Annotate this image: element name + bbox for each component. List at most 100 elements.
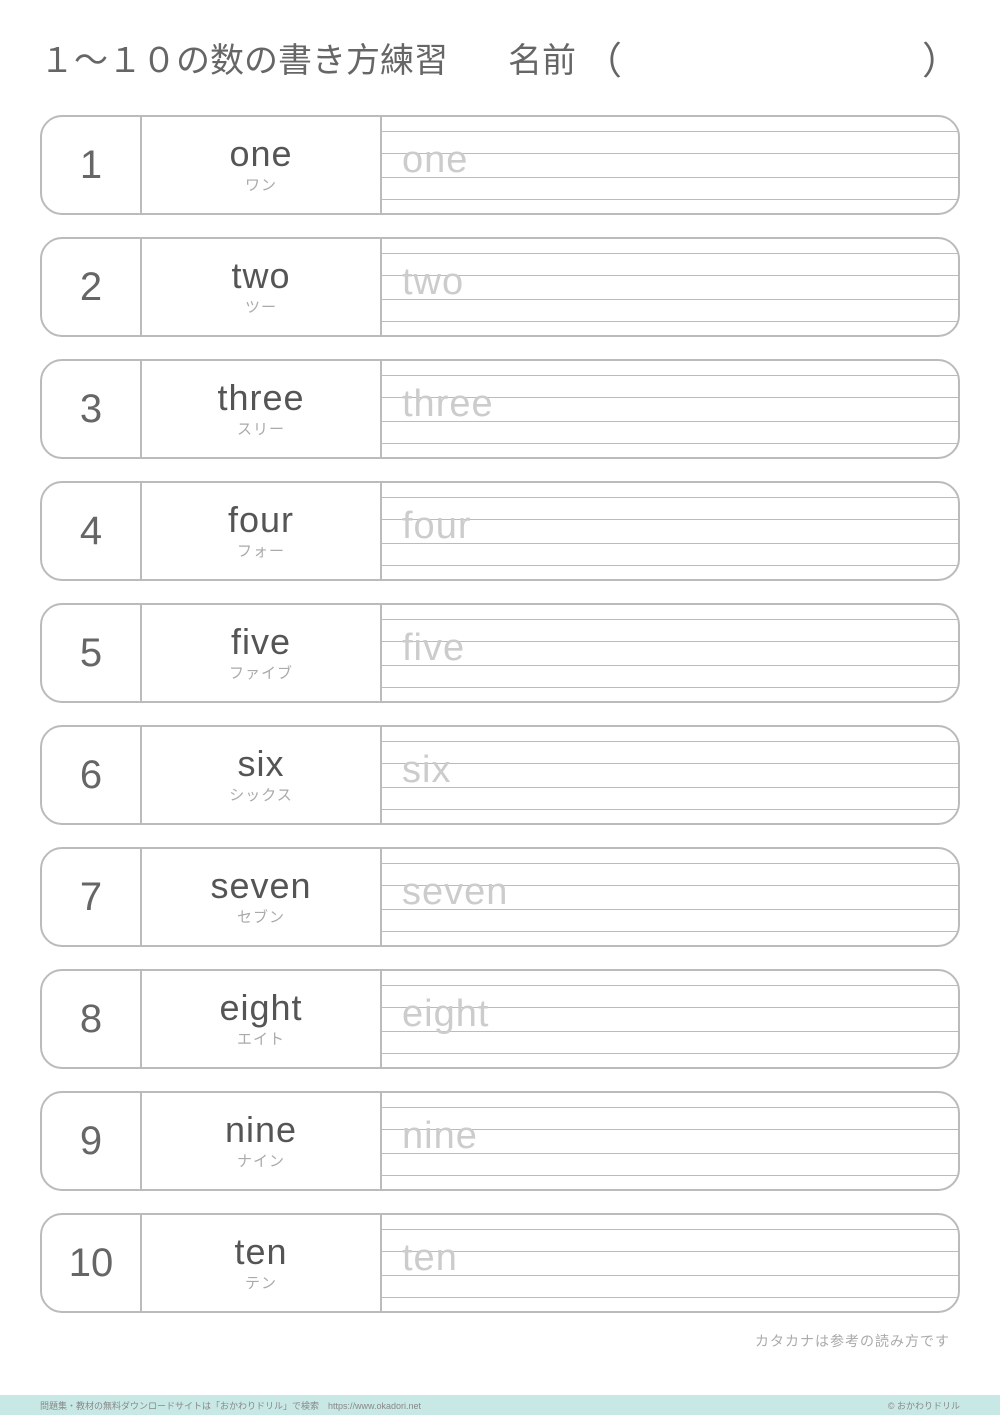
rows-list: 1oneワンone2twoツーtwo3threeスリーthree4fourフォー… [40, 115, 960, 1313]
writing-area[interactable]: two [382, 239, 958, 335]
paren-open: （ [584, 30, 622, 85]
guide-lines [382, 605, 958, 701]
word-english: nine [225, 1112, 297, 1148]
guide-line [382, 687, 958, 688]
writing-area[interactable]: nine [382, 1093, 958, 1189]
writing-area[interactable]: one [382, 117, 958, 213]
guide-line [382, 665, 958, 666]
guide-line [382, 763, 958, 764]
writing-area[interactable]: seven [382, 849, 958, 945]
word-english: eight [219, 990, 302, 1026]
word-cell: fourフォー [142, 483, 382, 579]
word-english: four [228, 502, 294, 538]
guide-line [382, 985, 958, 986]
guide-line [382, 1229, 958, 1230]
word-cell: sevenセブン [142, 849, 382, 945]
number-cell: 9 [42, 1093, 142, 1189]
guide-lines [382, 239, 958, 335]
word-english: six [238, 746, 285, 782]
guide-lines [382, 1215, 958, 1311]
guide-line [382, 321, 958, 322]
word-english: seven [210, 868, 311, 904]
guide-line [382, 809, 958, 810]
number-cell: 10 [42, 1215, 142, 1311]
guide-line [382, 787, 958, 788]
trace-text: eight [402, 995, 489, 1033]
table-row: 7sevenセブンseven [40, 847, 960, 947]
guide-lines [382, 727, 958, 823]
trace-text: three [402, 385, 494, 423]
word-katakana: ナイン [237, 1150, 285, 1171]
word-cell: eightエイト [142, 971, 382, 1067]
word-cell: threeスリー [142, 361, 382, 457]
table-row: 9nineナインnine [40, 1091, 960, 1191]
guide-line [382, 497, 958, 498]
word-cell: twoツー [142, 239, 382, 335]
guide-line [382, 1175, 958, 1176]
trace-text: six [402, 751, 451, 789]
number-cell: 6 [42, 727, 142, 823]
page-title: １～１０の数の書き方練習 [40, 33, 448, 82]
word-katakana: ツー [245, 296, 277, 317]
writing-area[interactable]: ten [382, 1215, 958, 1311]
bottom-bar: 問題集・教材の無料ダウンロードサイトは「おかわりドリル」で検索 https://… [0, 1395, 1000, 1415]
writing-area[interactable]: five [382, 605, 958, 701]
table-row: 10tenテンten [40, 1213, 960, 1313]
trace-text: one [402, 141, 468, 179]
trace-text: two [402, 263, 464, 301]
guide-line [382, 443, 958, 444]
name-field[interactable]: 名前 （ ） [508, 30, 960, 85]
guide-line [382, 565, 958, 566]
footer-note: カタカナは参考の読み方です [40, 1331, 960, 1351]
word-katakana: ファイブ [229, 662, 293, 683]
guide-line [382, 1107, 958, 1108]
guide-line [382, 741, 958, 742]
bottom-left-text: 問題集・教材の無料ダウンロードサイトは「おかわりドリル」で検索 https://… [40, 1399, 421, 1412]
guide-line [382, 619, 958, 620]
bottom-right-text: © おかわりドリル [888, 1399, 960, 1412]
word-english: three [217, 380, 304, 416]
word-katakana: フォー [237, 540, 285, 561]
table-row: 2twoツーtwo [40, 237, 960, 337]
table-row: 5fiveファイブfive [40, 603, 960, 703]
number-cell: 1 [42, 117, 142, 213]
table-row: 3threeスリーthree [40, 359, 960, 459]
guide-line [382, 131, 958, 132]
table-row: 1oneワン one [40, 115, 960, 215]
table-row: 8eightエイトeight [40, 969, 960, 1069]
word-katakana: エイト [237, 1028, 285, 1049]
word-katakana: セブン [237, 906, 285, 927]
guide-line [382, 275, 958, 276]
writing-area[interactable]: six [382, 727, 958, 823]
number-cell: 2 [42, 239, 142, 335]
table-row: 6sixシックスsix [40, 725, 960, 825]
guide-line [382, 1275, 958, 1276]
word-cell: nineナイン [142, 1093, 382, 1189]
writing-area[interactable]: four [382, 483, 958, 579]
guide-line [382, 641, 958, 642]
name-label: 名前 [508, 33, 576, 82]
number-cell: 3 [42, 361, 142, 457]
trace-text: four [402, 507, 471, 545]
word-katakana: ワン [245, 174, 277, 195]
guide-line [382, 863, 958, 864]
word-cell: sixシックス [142, 727, 382, 823]
word-english: two [231, 258, 290, 294]
header: １～１０の数の書き方練習 名前 （ ） [40, 30, 960, 85]
word-english: ten [234, 1234, 287, 1270]
guide-line [382, 375, 958, 376]
guide-line [382, 931, 958, 932]
trace-text: seven [402, 873, 508, 911]
word-english: five [231, 624, 291, 660]
word-cell: oneワン [142, 117, 382, 213]
word-katakana: シックス [229, 784, 293, 805]
writing-area[interactable]: three [382, 361, 958, 457]
guide-line [382, 199, 958, 200]
word-cell: fiveファイブ [142, 605, 382, 701]
writing-area[interactable]: eight [382, 971, 958, 1067]
trace-text: nine [402, 1117, 478, 1155]
guide-line [382, 1053, 958, 1054]
number-cell: 4 [42, 483, 142, 579]
paren-close: ） [922, 30, 960, 85]
number-cell: 8 [42, 971, 142, 1067]
